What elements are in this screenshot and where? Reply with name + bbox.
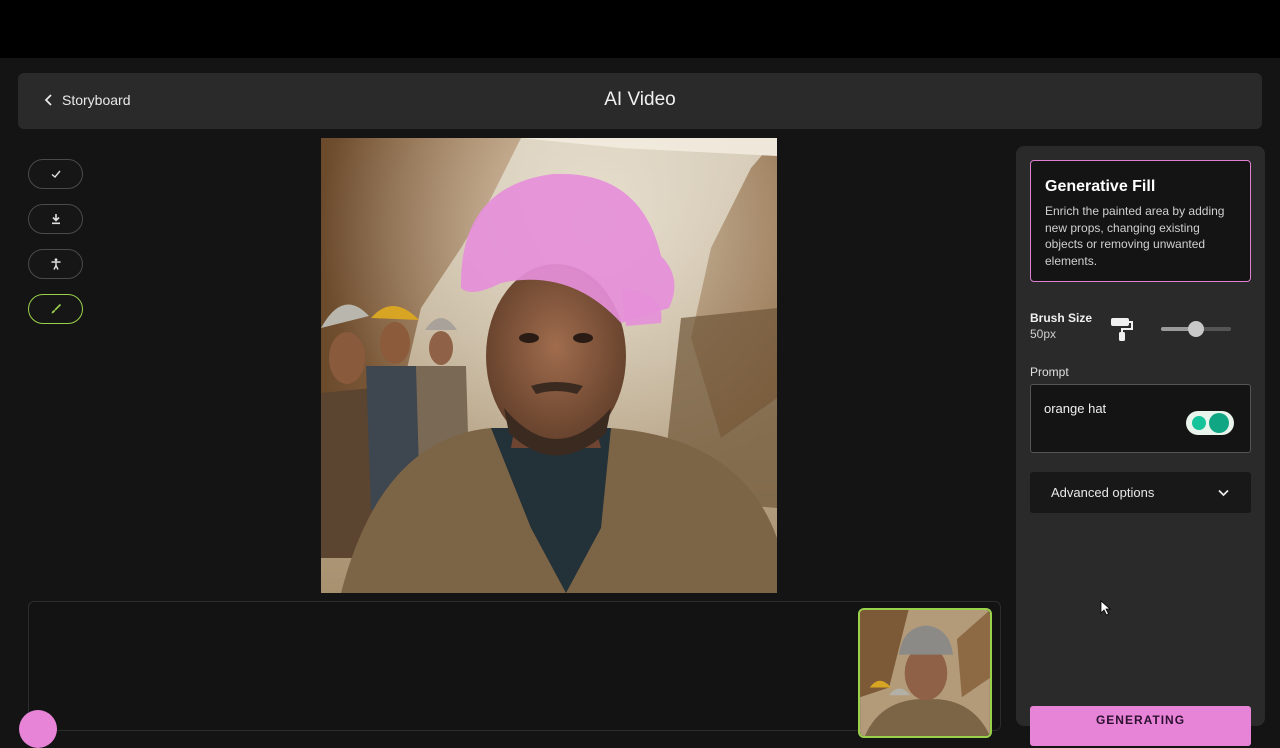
top-bar xyxy=(0,0,1280,58)
paint-roller-icon xyxy=(1111,318,1133,341)
brush-size-slider[interactable] xyxy=(1161,321,1231,337)
advanced-options-toggle[interactable]: Advanced options xyxy=(1030,472,1251,513)
advanced-options-label: Advanced options xyxy=(1051,485,1155,500)
generative-fill-panel: Generative Fill Enrich the painted area … xyxy=(1016,146,1265,726)
lightbulb-icon xyxy=(1191,416,1206,430)
image-canvas[interactable] xyxy=(321,138,777,593)
generative-fill-card: Generative Fill Enrich the painted area … xyxy=(1030,160,1251,282)
generative-fill-description: Enrich the painted area by adding new pr… xyxy=(1045,204,1225,268)
page-title: AI Video xyxy=(604,89,676,110)
check-icon xyxy=(51,170,61,178)
confirm-button[interactable] xyxy=(28,159,83,189)
download-button[interactable] xyxy=(28,204,83,234)
floating-action-button[interactable] xyxy=(19,710,57,748)
chevron-down-icon xyxy=(1218,489,1229,496)
prompt-input[interactable]: orange hat xyxy=(1030,384,1251,453)
tool-rail xyxy=(28,159,83,324)
mouse-cursor-icon xyxy=(1100,600,1112,616)
prompt-label: Prompt xyxy=(1030,365,1069,379)
brush-tool-button[interactable] xyxy=(28,294,83,324)
brush-size-label: Brush Size xyxy=(1030,311,1093,325)
frame-thumbnail[interactable] xyxy=(858,608,992,738)
generate-button[interactable]: GENERATING xyxy=(1030,706,1251,746)
pose-button[interactable] xyxy=(28,249,83,279)
download-icon xyxy=(51,214,60,225)
grammarly-icon xyxy=(1208,413,1229,433)
prompt-text: orange hat xyxy=(1044,401,1107,416)
person-icon xyxy=(51,258,60,270)
brush-size-value: 50px xyxy=(1030,327,1057,341)
brush-icon xyxy=(51,303,61,314)
slider-thumb[interactable] xyxy=(1188,321,1204,337)
header-bar: Storyboard AI Video xyxy=(18,73,1262,129)
filmstrip xyxy=(28,601,1001,731)
generative-fill-title: Generative Fill xyxy=(1045,178,1156,195)
generate-button-label: GENERATING xyxy=(1095,713,1186,727)
grammar-assistant-widget[interactable] xyxy=(1186,411,1234,435)
